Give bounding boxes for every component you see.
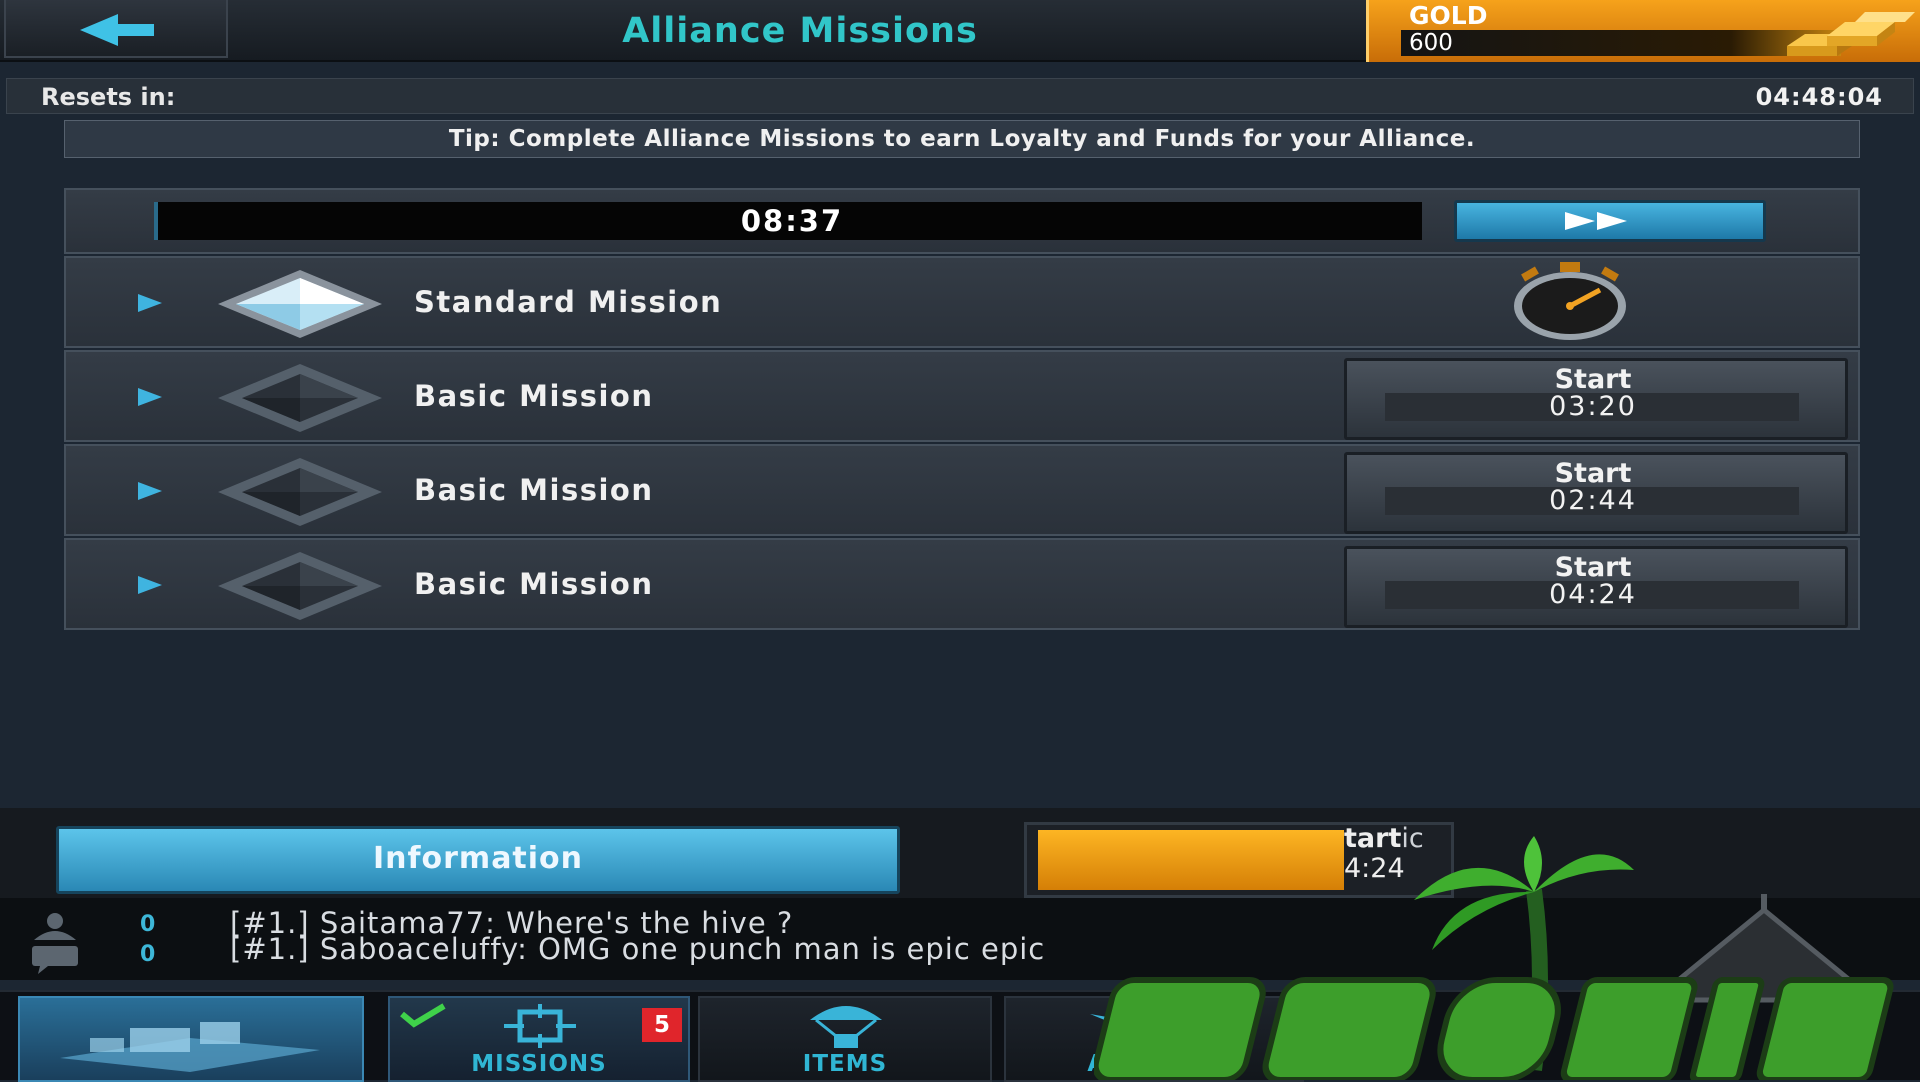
crosshair-icon <box>504 1004 576 1048</box>
online-count: 0 <box>140 912 156 937</box>
start-mission-button[interactable]: Start 03:20 <box>1344 358 1848 440</box>
tab-base[interactable] <box>18 996 364 1082</box>
diamond-rank-icon <box>218 458 382 526</box>
resets-label: Resets in: <box>41 83 176 111</box>
speed-up-button[interactable] <box>1454 200 1766 242</box>
gold-bar <box>1401 30 1841 56</box>
information-button[interactable]: Information <box>56 826 900 894</box>
expand-arrow-icon[interactable] <box>136 386 164 408</box>
start-duration: 02:44 <box>1549 485 1637 516</box>
mission-name: Basic Mission <box>414 567 654 601</box>
mission-name: Basic Mission <box>414 379 654 413</box>
back-arrow-icon <box>80 14 154 46</box>
supply-drop-icon <box>810 1006 882 1048</box>
diamond-rank-icon <box>218 364 382 432</box>
tab-items[interactable]: ITEMS <box>698 996 992 1082</box>
message-count: 0 <box>140 942 156 967</box>
expand-arrow-icon[interactable] <box>136 292 164 314</box>
resets-row: Resets in: 04:48:04 <box>6 78 1914 114</box>
mission-list: 08:37 Standard Mission Basic Mission Sta… <box>64 188 1860 630</box>
timer-text: 08:37 <box>740 204 844 238</box>
person-icon <box>34 913 76 940</box>
tab-missions-label: MISSIONS <box>471 1051 607 1077</box>
gold-value: 600 <box>1409 30 1453 56</box>
mission-row[interactable]: Basic Mission Start 04:24 <box>64 538 1860 630</box>
diamond-rank-icon <box>218 270 382 338</box>
active-mission-timer-row: 08:37 <box>64 188 1860 254</box>
mission-name: Basic Mission <box>414 473 654 507</box>
chat-message: [#1.] Saboaceluffy: OMG one punch man is… <box>230 932 1046 966</box>
checkmark-icon <box>400 1003 446 1028</box>
tip-banner: Tip: Complete Alliance Missions to earn … <box>64 120 1860 158</box>
gold-bars-icon <box>1787 12 1915 56</box>
gold-panel[interactable]: GOLD 600 <box>1366 0 1920 62</box>
resets-countdown: 04:48:04 <box>1755 83 1883 111</box>
chat-bubble-icon <box>32 946 78 974</box>
expand-arrow-icon[interactable] <box>136 480 164 502</box>
base-map-icon <box>60 1022 320 1072</box>
stopwatch-icon <box>1514 262 1626 340</box>
mission-name: Standard Mission <box>414 285 723 319</box>
diamond-rank-icon <box>218 552 382 620</box>
fast-forward-icon <box>1565 212 1627 230</box>
start-duration: 03:20 <box>1549 391 1637 422</box>
start-mission-button[interactable]: Start 04:24 <box>1344 546 1848 628</box>
tab-missions[interactable]: 5 MISSIONS <box>388 996 690 1082</box>
timer-progress-bar: 08:37 <box>154 202 1422 240</box>
watermark-logo <box>1094 836 1894 1080</box>
back-button[interactable] <box>4 0 228 58</box>
mission-row[interactable]: Basic Mission Start 03:20 <box>64 350 1860 442</box>
tab-items-label: ITEMS <box>802 1051 888 1077</box>
mission-row[interactable]: Basic Mission Start 02:44 <box>64 444 1860 536</box>
page-title: Alliance Missions <box>622 11 978 51</box>
start-mission-button[interactable]: Start 02:44 <box>1344 452 1848 534</box>
expand-arrow-icon[interactable] <box>136 574 164 596</box>
start-duration: 04:24 <box>1549 579 1637 610</box>
gold-label: GOLD <box>1409 1 1488 30</box>
missions-count-badge: 5 <box>642 1008 682 1042</box>
mission-row[interactable]: Standard Mission <box>64 256 1860 348</box>
